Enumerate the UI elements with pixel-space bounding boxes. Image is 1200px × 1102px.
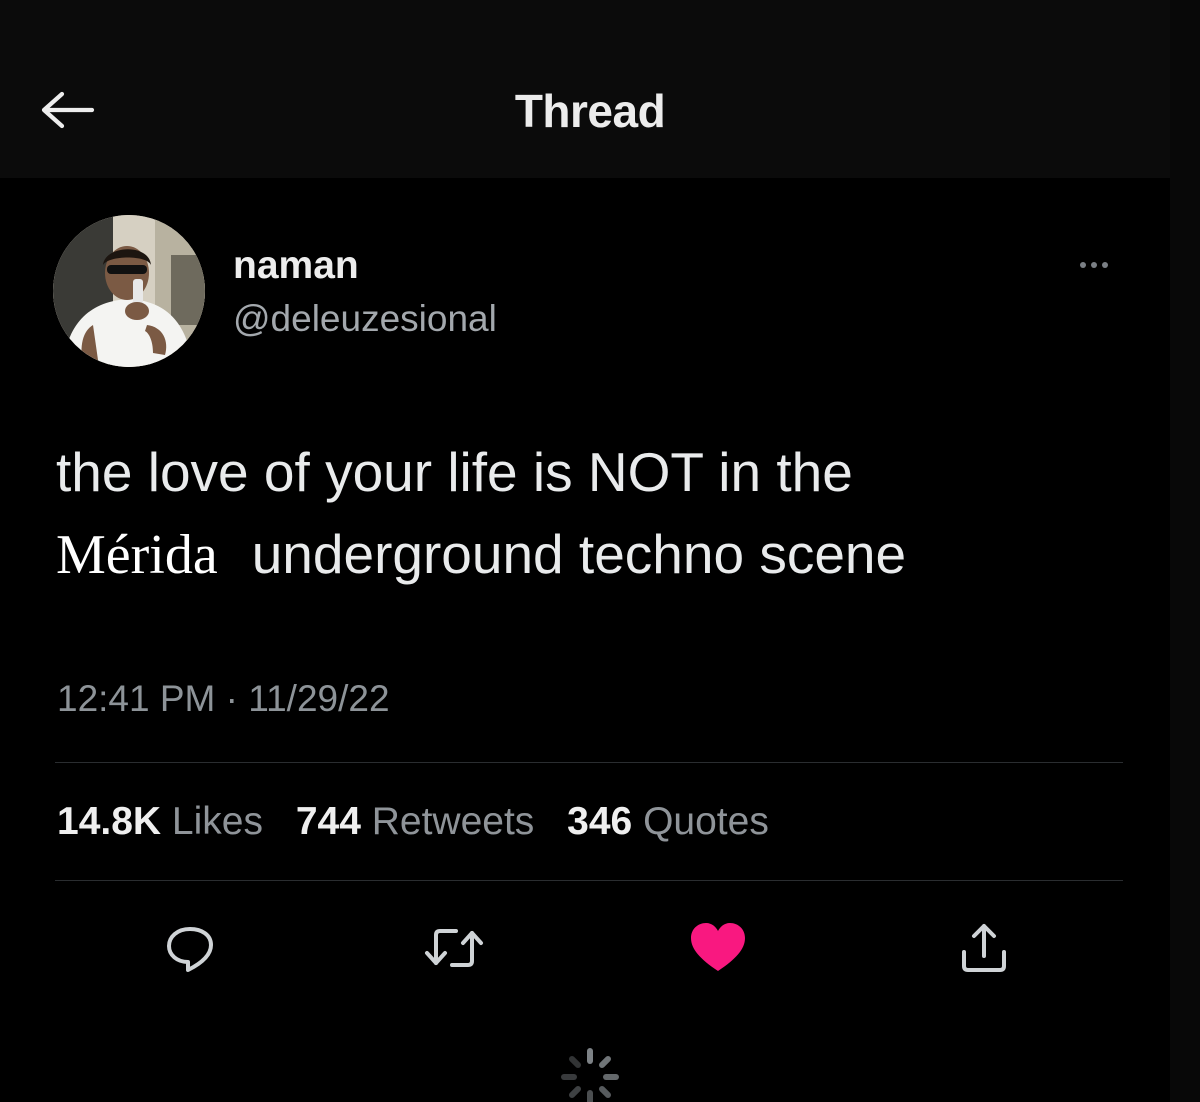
divider — [55, 880, 1123, 881]
divider — [55, 762, 1123, 763]
likes-stat[interactable]: 14.8K Likes — [57, 800, 263, 843]
retweets-count: 744 — [295, 800, 361, 843]
loading-spinner-icon — [561, 1048, 619, 1102]
page-title: Thread — [514, 85, 666, 137]
more-dot — [1102, 262, 1108, 268]
retweets-label: Retweets — [371, 800, 535, 843]
reply-button[interactable] — [160, 918, 220, 978]
quotes-count: 346 — [567, 800, 633, 843]
quotes-label: Quotes — [643, 800, 769, 843]
like-button[interactable] — [688, 918, 748, 978]
heart-icon — [691, 923, 745, 971]
retweets-stat[interactable]: 744 Retweets — [296, 800, 535, 843]
header-bar: Thread — [0, 0, 1170, 178]
author-name[interactable]: naman — [233, 244, 359, 288]
retweet-icon — [425, 929, 483, 967]
tweet-text-rest: underground techno scene — [251, 523, 907, 585]
tweet-text-line1: the love of your life is NOT in the — [56, 441, 853, 503]
likes-label: Likes — [171, 800, 263, 843]
more-dot — [1091, 262, 1097, 268]
reply-icon — [167, 927, 213, 972]
share-icon — [962, 924, 1006, 972]
right-edge — [1170, 0, 1200, 1102]
quotes-stat[interactable]: 346 Quotes — [567, 800, 769, 843]
tweet-text-line2: Mérida underground techno scene — [56, 522, 906, 587]
engagement-stats: 14.8K Likes 744 Retweets 346 Quotes — [57, 800, 791, 844]
thread-page: Thread naman @deleuzesional the love of … — [0, 0, 1200, 1102]
avatar[interactable] — [53, 215, 205, 367]
retweet-button[interactable] — [424, 918, 484, 978]
author-handle[interactable]: @deleuzesional — [233, 298, 497, 340]
tweet-text-place: Mérida — [56, 524, 218, 586]
likes-count: 14.8K — [57, 800, 162, 843]
more-dot — [1080, 262, 1086, 268]
share-button[interactable] — [954, 918, 1014, 978]
tweet-timestamp[interactable]: 12:41 PM · 11/29/22 — [57, 678, 390, 720]
more-options-button[interactable] — [1068, 250, 1120, 280]
user-photo — [53, 215, 205, 367]
